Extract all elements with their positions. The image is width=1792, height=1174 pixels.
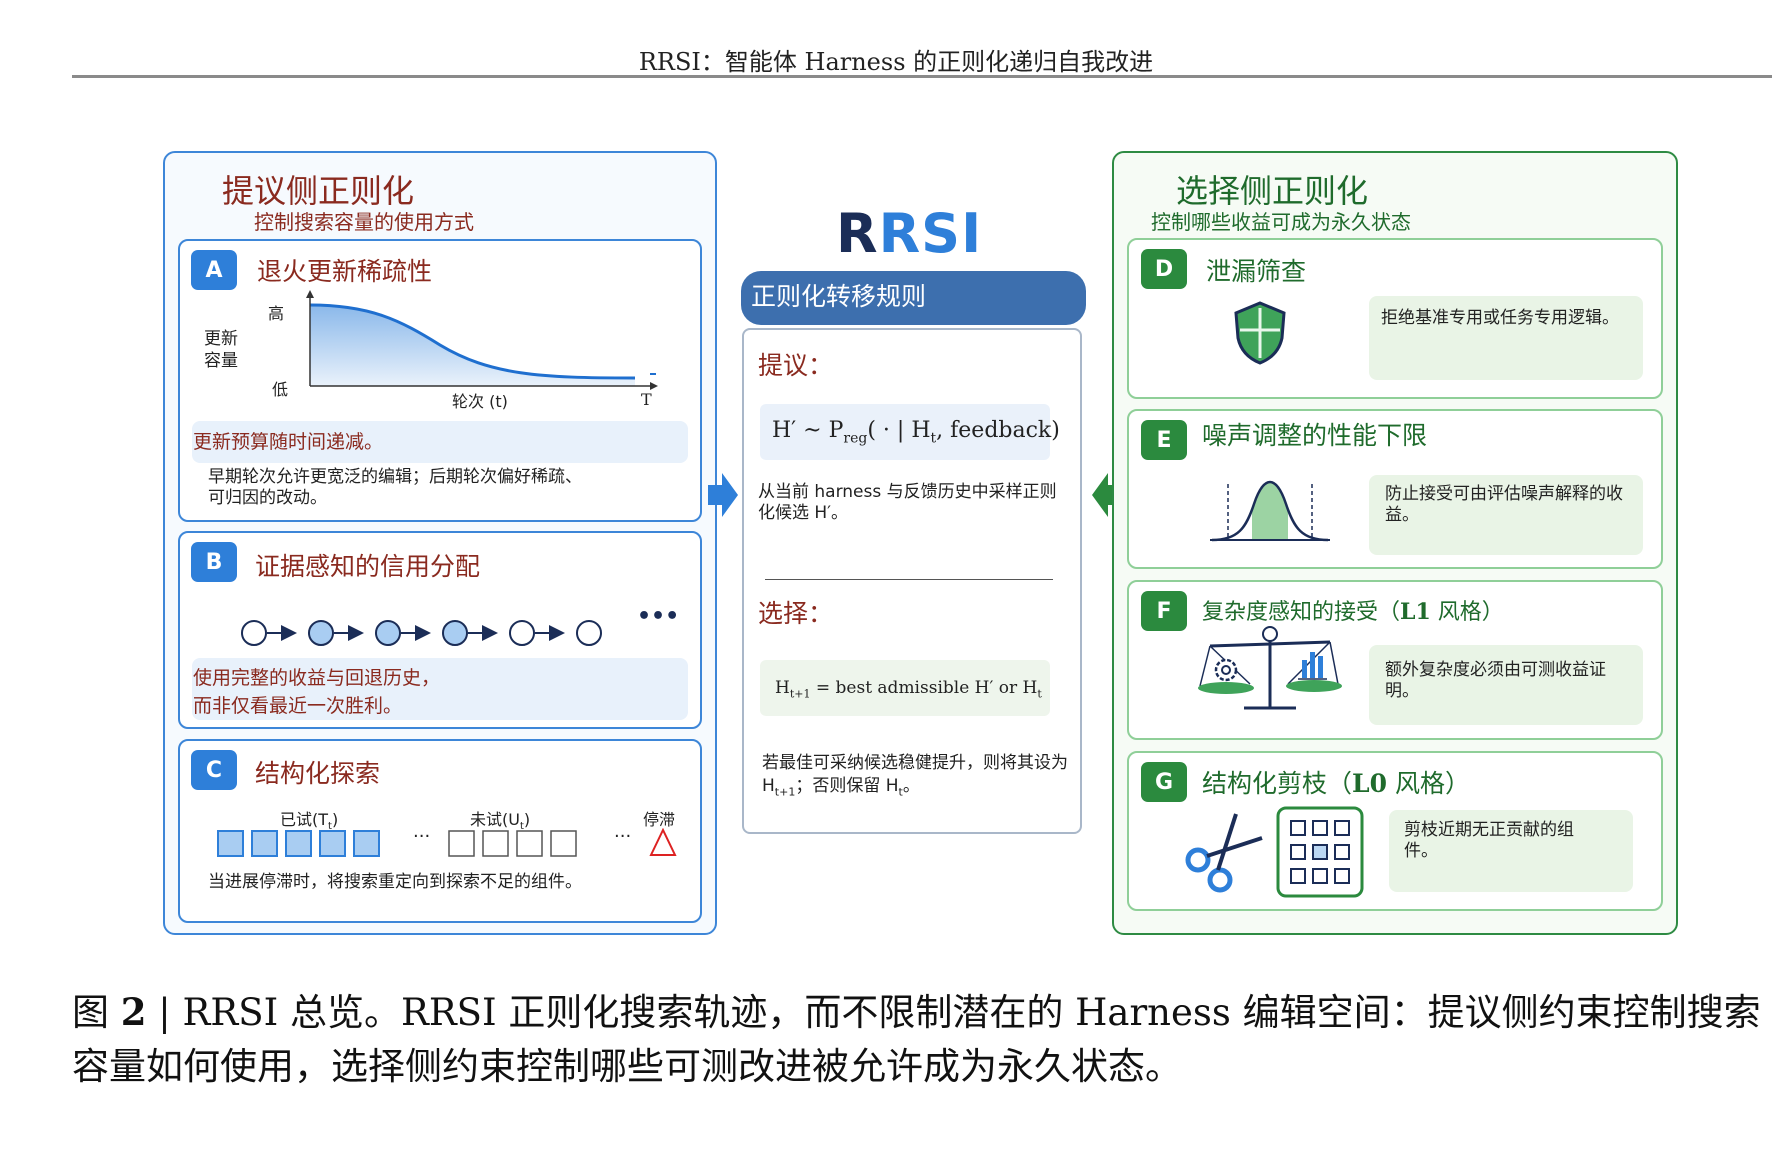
running-header: RRSI：智能体 Harness 的正则化递归自我改进 [638, 48, 1154, 76]
badge-e: E [1141, 420, 1187, 460]
center-divider [765, 579, 1053, 580]
card-c-description: 当进展停滞时，将搜索重定向到探索不足的组件。 [208, 872, 582, 892]
untried-dots: ··· [614, 826, 632, 847]
proposal-side-subtitle: 控制搜索容量的使用方式 [254, 210, 474, 234]
stall-label: 停滞 [643, 810, 676, 829]
x-axis-label: 轮次 (t) [452, 392, 508, 411]
propose-description: 从当前 harness 与反馈历史中采样正则化候选 H′。 [758, 482, 1057, 523]
rrsi-logo: RRSI [836, 202, 983, 265]
y-label-low: 低 [272, 380, 289, 399]
card-g-title: 结构化剪枝（L0 风格） [1202, 769, 1470, 798]
card-b-title: 证据感知的信用分配 [255, 552, 481, 581]
card-g-note: 剪枝近期无正贡献的组件。 [1404, 820, 1574, 861]
card-a-title: 退火更新稀疏性 [257, 257, 433, 286]
selection-side-subtitle: 控制哪些收益可成为永久状态 [1151, 210, 1411, 234]
scissors-icon [1185, 813, 1263, 893]
card-a-note: 更新预算随时间递减。 [193, 431, 384, 453]
card-d-note: 拒绝基准专用或任务专用逻辑。 [1381, 308, 1619, 328]
history-chain-diagram [241, 620, 602, 646]
card-f-title: 复杂度感知的接受（L1 风格） [1202, 599, 1504, 625]
bell-curve-icon [1210, 480, 1330, 542]
tried-dots: ··· [413, 826, 431, 847]
card-e-note: 防止接受可由评估噪声解释的收益。 [1385, 484, 1623, 525]
right-arrow-icon [708, 473, 738, 517]
card-d-title: 泄漏筛查 [1206, 257, 1307, 286]
shield-icon [1234, 301, 1286, 365]
ellipsis-icon: ••• [637, 604, 680, 629]
transition-rule-banner: 正则化转移规则 [741, 271, 1086, 325]
select-heading: 选择： [758, 599, 834, 628]
x-axis-end-label: T [641, 390, 652, 409]
card-a-description: 早期轮次允许更宽泛的编辑；后期轮次偏好稀疏、可归因的改动。 [208, 467, 582, 508]
component-grid-icon [1276, 806, 1364, 898]
badge-b: B [191, 542, 237, 582]
card-c-title: 结构化探索 [255, 759, 381, 788]
card-f-note: 额外复杂度必须由可测收益证明。 [1385, 660, 1606, 701]
warning-triangle-icon [649, 828, 677, 856]
figure-caption: 图 2 | RRSI 总览。RRSI 正则化搜索轨迹，而不限制潜在的 Harne… [72, 990, 1761, 1088]
propose-heading: 提议： [758, 351, 834, 380]
badge-c: C [191, 750, 237, 790]
decay-curve-chart [306, 290, 658, 390]
badge-f: F [1141, 591, 1187, 631]
badge-a: A [191, 250, 237, 290]
badge-g: G [1141, 762, 1187, 802]
select-description: 若最佳可采纳候选稳健提升，则将其设为 Ht+1；否则保留 Ht。 [762, 753, 1068, 799]
badge-d: D [1141, 249, 1187, 289]
balance-scale-icon [1198, 626, 1342, 710]
select-formula: Ht+1 = best admissible H′ or Ht [775, 678, 1042, 701]
y-label-high: 高 [268, 304, 285, 323]
propose-formula: H′ ~ Preg( · | Ht, feedback) [772, 418, 1060, 447]
y-axis-label: 更新 容量 [204, 329, 238, 371]
header-rule [72, 75, 1772, 78]
card-b-note: 使用完整的收益与回退历史， 而非仅看最近一次胜利。 [193, 667, 441, 717]
card-e-title: 噪声调整的性能下限 [1202, 421, 1428, 450]
